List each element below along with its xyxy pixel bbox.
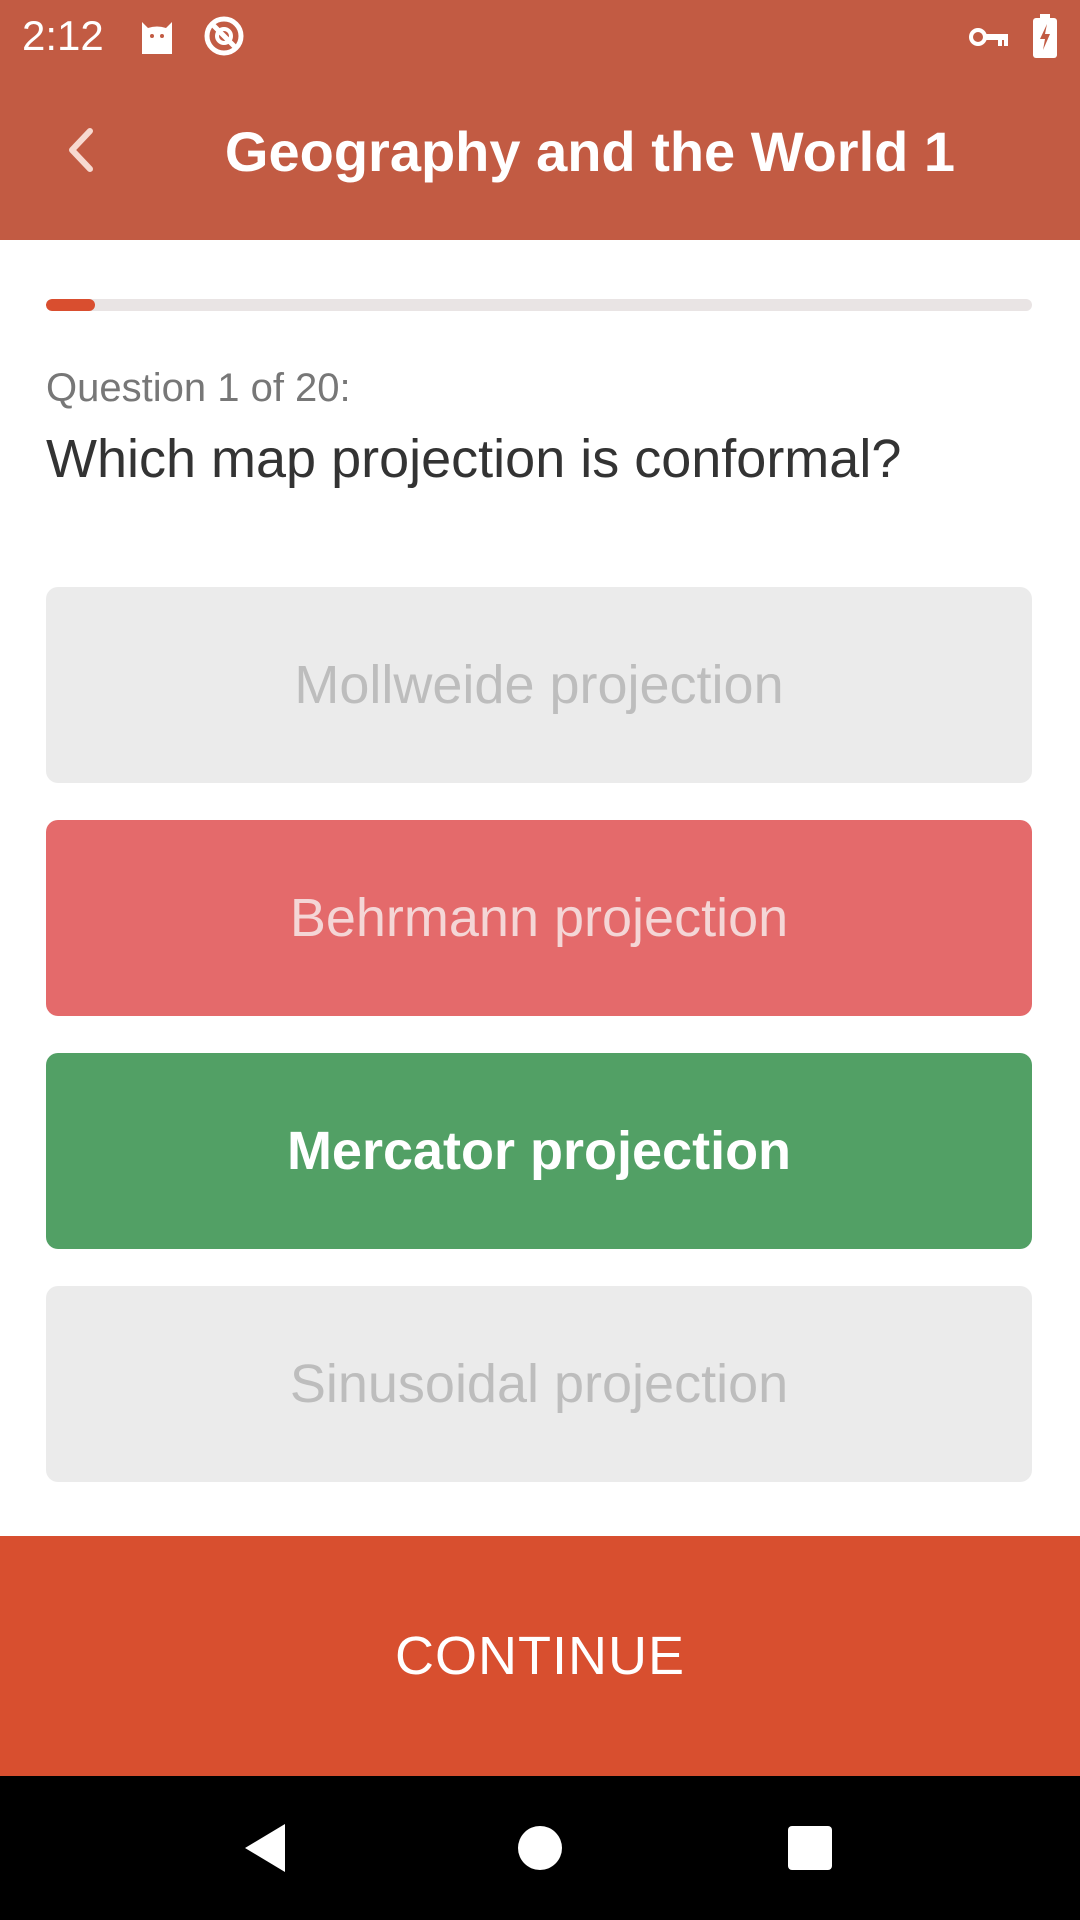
chevron-left-icon: [69, 128, 93, 172]
question-text: Which map projection is conformal?: [46, 429, 902, 489]
home-circle-icon: [518, 1826, 562, 1870]
page-title: Geography and the World 1: [224, 120, 956, 183]
question-counter: Question 1 of 20:: [46, 366, 351, 410]
system-nav-bar: [0, 1776, 1080, 1920]
recents-square-icon: [788, 1826, 832, 1870]
continue-button[interactable]: CONTINUE: [0, 1536, 1080, 1776]
nav-back-button[interactable]: [226, 1812, 306, 1884]
nav-recents-button[interactable]: [770, 1812, 850, 1884]
cat-notification-icon: [136, 14, 178, 61]
nav-home-button[interactable]: [500, 1812, 580, 1884]
quiz-progress-bar: [46, 299, 1032, 311]
answer-option-sinusoidal[interactable]: Sinusoidal projection: [46, 1286, 1032, 1482]
status-time: 2:12: [22, 12, 104, 59]
answer-list: Mollweide projection Behrmann projection…: [46, 587, 1032, 1519]
app-bar: Geography and the World 1: [0, 72, 1080, 240]
do-not-disturb-icon: [202, 14, 246, 63]
vpn-key-icon: [968, 22, 1010, 57]
quiz-progress-fill: [46, 299, 96, 311]
answer-option-mercator[interactable]: Mercator projection: [46, 1053, 1032, 1249]
back-triangle-icon: [245, 1824, 285, 1872]
battery-charging-icon: [1032, 14, 1058, 63]
back-button[interactable]: [46, 108, 118, 192]
answer-option-mollweide[interactable]: Mollweide projection: [46, 587, 1032, 783]
answer-option-behrmann[interactable]: Behrmann projection: [46, 820, 1032, 1016]
status-bar: 2:12: [0, 0, 1080, 72]
